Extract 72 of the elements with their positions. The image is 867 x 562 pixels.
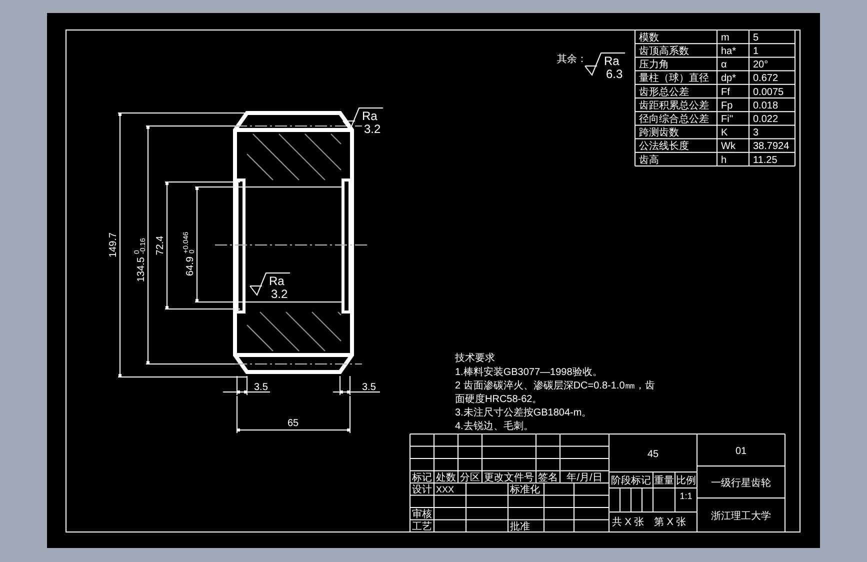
parameter-symbol: m (721, 32, 730, 44)
requirement-text: 3.未注尺寸公差按GB1804-m。 (455, 408, 592, 418)
parameter-symbol: Ff (721, 86, 730, 98)
parameter-symbol: dp* (721, 73, 736, 84)
parameter-name: 径向综合总公差 (639, 114, 709, 125)
approval-label: 批准 (510, 521, 530, 532)
parameter-value: 5 (753, 32, 759, 44)
parameter-name: 压力角 (639, 60, 669, 71)
stage-label: 阶段标记 (611, 476, 651, 487)
parameter-value: 1 (753, 46, 759, 57)
dimension-value: 3.5 (362, 382, 376, 393)
revision-header: 处数 (436, 472, 456, 484)
requirements-title: 技术要求 (455, 353, 495, 364)
roughness-label: Ra (604, 54, 620, 68)
parameter-value: 38.7924 (753, 141, 790, 152)
parameter-value: 0.022 (753, 114, 778, 125)
parameter-symbol: h (721, 154, 727, 166)
parameter-symbol: K (721, 128, 728, 139)
scale-value: 1:1 (680, 491, 692, 501)
drawing-number: 01 (735, 446, 747, 457)
requirement-text: 1.棒料安装GB3077—1998验收。 (455, 367, 602, 378)
revision-header: 年/月/日 (566, 472, 602, 484)
part-name: 一级行星齿轮 (711, 478, 771, 489)
reviewer-label: 审核 (412, 509, 432, 520)
roughness-value: 6.3 (606, 67, 623, 81)
parameter-symbol: α (721, 60, 727, 71)
roughness-value: 3.2 (271, 287, 288, 301)
surface-finish-note: 其余： (557, 54, 587, 65)
parameter-symbol: Wk (721, 141, 736, 152)
parameter-value: 3 (753, 128, 759, 139)
designer-name: XXX (436, 484, 454, 495)
roughness-value: 3.2 (364, 122, 381, 136)
weight-label: 重量 (654, 476, 674, 487)
revision-header: 签名 (538, 472, 558, 484)
parameter-name: 量柱（球）直径 (639, 73, 709, 84)
dimension-value: 3.5 (254, 382, 268, 393)
dimension-value: 149.7 (108, 232, 119, 258)
process-label: 工艺 (412, 521, 432, 532)
sheet-total: 共 X 张 (612, 517, 644, 528)
parameter-value: 11.25 (753, 154, 778, 166)
roughness-label: Ra (269, 274, 284, 288)
parameter-name: 跨测齿数 (639, 128, 679, 139)
requirement-text: 2 齿面渗碳淬火、渗碳层深DC=0.8-1.0㎜，齿 (455, 380, 655, 392)
requirement-text: 面硬度HRC58-62。 (455, 394, 542, 405)
parameter-name: 齿高 (639, 154, 659, 166)
dimension-value: 64.9 (185, 256, 196, 276)
parameter-symbol: ha* (721, 46, 736, 57)
parameter-symbol: Fi'' (721, 114, 734, 125)
scale-label: 比例 (676, 476, 696, 487)
standardization-label: 标准化 (510, 484, 540, 496)
revision-header: 分区 (460, 472, 480, 484)
dimension-value: 65 (287, 418, 299, 429)
parameter-value: 0.018 (753, 100, 778, 112)
parameter-name: 模数 (639, 32, 659, 44)
parameter-value: 0.672 (753, 73, 778, 84)
revision-header: 更改文件号 (484, 472, 534, 484)
requirement-text: 4.去锐边、毛刺。 (455, 421, 534, 432)
designer-label: 设计 (412, 484, 432, 496)
parameter-name: 齿距积累总公差 (639, 100, 709, 112)
organization-name: 浙江理工大学 (711, 511, 771, 522)
parameter-symbol: Fp (721, 100, 733, 112)
sheet-number: 第 X 张 (654, 517, 686, 528)
parameter-name: 公法线长度 (639, 141, 689, 152)
parameter-name: 齿形总公差 (639, 86, 689, 98)
roughness-label: Ra (362, 109, 378, 123)
dimension-value: 134.5 (136, 257, 147, 282)
material-text: 45 (647, 449, 659, 460)
revision-header: 标记 (412, 472, 432, 484)
dimension-value: 72.4 (155, 236, 166, 256)
parameter-value: 20° (753, 60, 768, 71)
parameter-value: 0.0075 (753, 86, 784, 98)
parameter-name: 齿顶高系数 (639, 46, 689, 57)
